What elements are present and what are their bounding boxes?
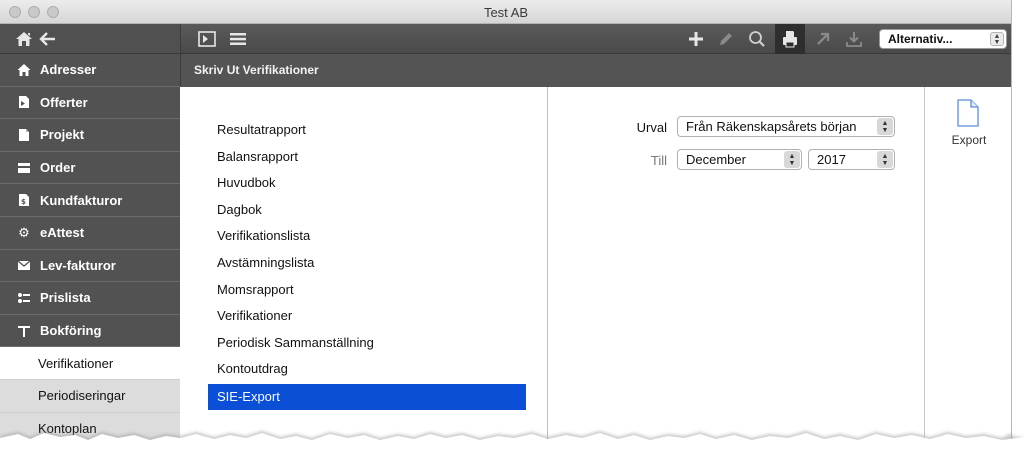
sidebar-item-label: Prislista: [40, 290, 91, 306]
sidebar-item-lev-fakturor[interactable]: Lev-fakturor: [0, 249, 180, 283]
report-item-verifikationer[interactable]: Verifikationer: [208, 303, 526, 329]
sidebar-item-adresser[interactable]: Adresser: [0, 54, 180, 87]
report-options-form: Urval Från Räkenskapsårets början ▲ ▼ Til…: [549, 87, 925, 461]
report-item-momsrapport[interactable]: Momsrapport: [208, 277, 526, 303]
page-icon: [16, 127, 32, 143]
sidebar-toggle-icon[interactable]: [195, 24, 219, 54]
chevron-updown-icon: ▲ ▼: [784, 151, 800, 168]
till-month-select[interactable]: December ▲ ▼: [677, 149, 802, 170]
section-title: Skriv Ut Verifikationer: [180, 54, 1011, 87]
sidebar-item-eattest[interactable]: ⚙ eAttest: [0, 216, 180, 250]
sidebar-item-label: eAttest: [40, 225, 85, 241]
sidebar-item-bokforing[interactable]: Bokföring: [0, 314, 180, 348]
download-icon[interactable]: [841, 24, 867, 54]
till-year-select[interactable]: 2017 ▲ ▼: [808, 149, 895, 170]
document-icon[interactable]: [957, 99, 979, 127]
export-panel: Export: [926, 87, 1011, 461]
sidebar-item-prislista[interactable]: Prislista: [0, 282, 180, 315]
till-month-value: December: [686, 152, 746, 167]
urval-label: Urval: [636, 120, 667, 135]
sidebar-header: [0, 24, 180, 54]
report-item-periodisk-sammanstallning[interactable]: Periodisk Sammanställning: [208, 330, 526, 356]
report-item-avstamningslista[interactable]: Avstämningslista: [208, 250, 526, 276]
invoice-icon: $: [16, 192, 32, 208]
options-dropdown[interactable]: Alternativ... ▲ ▼: [879, 29, 1007, 49]
sidebar-subitem-periodiseringar[interactable]: Periodiseringar: [0, 379, 180, 413]
home-icon[interactable]: [15, 30, 33, 52]
sidebar: Adresser Offerter Projekt Order $ Kundfa…: [0, 24, 180, 461]
sidebar-subitem-label: Periodiseringar: [38, 388, 126, 404]
list-icon[interactable]: [226, 24, 250, 54]
sidebar-item-order[interactable]: Order: [0, 151, 180, 185]
report-item-dagbok[interactable]: Dagbok: [208, 197, 526, 223]
sidebar-subitem-verifikationer[interactable]: Verifikationer: [0, 347, 180, 380]
sidebar-item-label: Bokföring: [40, 323, 102, 339]
price-list-icon: [16, 290, 32, 306]
sidebar-item-kundfakturor[interactable]: $ Kundfakturor: [0, 184, 180, 217]
chevron-updown-icon: ▲ ▼: [877, 151, 893, 168]
sidebar-item-label: Kundfakturor: [40, 192, 123, 208]
svg-text:$: $: [21, 198, 26, 206]
sidebar-subitem-label: Verifikationer: [38, 355, 114, 371]
urval-select[interactable]: Från Räkenskapsårets början ▲ ▼: [677, 116, 895, 137]
sidebar-item-label: Adresser: [40, 62, 97, 78]
export-button[interactable]: Export: [926, 133, 1011, 147]
app-window: Test AB Adresser Offerter Projekt Order: [0, 0, 1012, 461]
pencil-icon[interactable]: [713, 24, 739, 54]
report-item-balansrapport[interactable]: Balansrapport: [208, 144, 526, 170]
export-arrow-icon[interactable]: [810, 24, 836, 54]
report-item-huvudbok[interactable]: Huvudbok: [208, 170, 526, 196]
window-title: Test AB: [483, 5, 529, 20]
sidebar-item-projekt[interactable]: Projekt: [0, 119, 180, 152]
sidebar-item-offerter[interactable]: Offerter: [0, 86, 180, 120]
card-icon: [16, 160, 32, 176]
print-icon[interactable]: [775, 24, 805, 54]
envelope-icon: [16, 257, 32, 273]
title-bar: Test AB: [0, 0, 1011, 24]
till-label: Till: [650, 153, 667, 168]
report-item-verifikationslista[interactable]: Verifikationslista: [208, 223, 526, 249]
t-account-icon: [16, 323, 32, 339]
sidebar-item-label: Projekt: [40, 127, 85, 143]
urval-value: Från Räkenskapsårets början: [686, 119, 857, 134]
report-item-sie-export[interactable]: SIE-Export: [208, 384, 526, 410]
plus-icon[interactable]: [683, 24, 709, 54]
till-year-value: 2017: [817, 152, 846, 167]
report-list: Resultatrapport Balansrapport Huvudbok D…: [180, 87, 548, 461]
toolbar: Alternativ... ▲ ▼: [180, 24, 1011, 54]
sidebar-item-label: Lev-fakturor: [40, 257, 116, 273]
chevron-updown-icon: ▲ ▼: [990, 32, 1004, 46]
gear-icon: ⚙: [18, 224, 30, 240]
sidebar-item-label: Order: [40, 160, 76, 176]
report-item-resultatrapport[interactable]: Resultatrapport: [208, 117, 526, 143]
torn-edge-decoration: [0, 431, 1024, 461]
report-item-kontoutdrag[interactable]: Kontoutdrag: [208, 356, 526, 382]
house-icon: [16, 62, 32, 78]
sidebar-item-label: Offerter: [40, 94, 88, 110]
search-icon[interactable]: [744, 24, 770, 54]
document-arrow-icon: [16, 94, 32, 110]
chevron-updown-icon: ▲ ▼: [877, 118, 893, 135]
options-dropdown-label: Alternativ...: [888, 32, 953, 46]
back-arrow-icon[interactable]: [39, 30, 57, 52]
